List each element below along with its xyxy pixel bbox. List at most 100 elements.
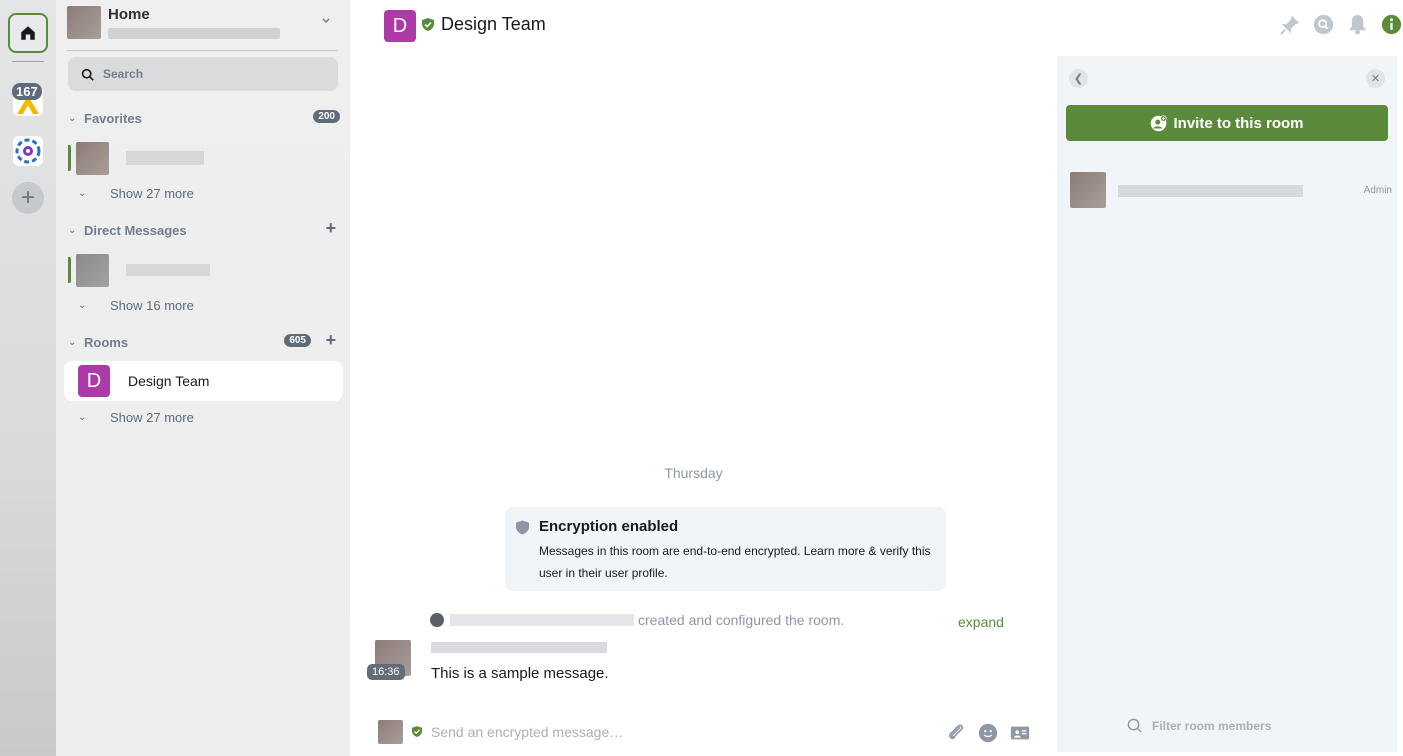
- divider: [67, 50, 338, 51]
- add-room-button[interactable]: +: [325, 330, 336, 351]
- chevron-down-icon: ⌄: [78, 187, 87, 199]
- show-more-rooms[interactable]: ⌄ Show 27 more: [78, 408, 194, 426]
- room-created-event: created and configured the room.: [430, 611, 844, 629]
- chevron-left-icon: ❮: [1073, 73, 1084, 85]
- show-more-label: Show 27 more: [110, 409, 194, 425]
- space-logo-icon: [13, 136, 43, 166]
- room-item[interactable]: [68, 138, 343, 178]
- chevron-down-icon[interactable]: [321, 16, 331, 26]
- date-separator: Thursday: [664, 465, 723, 481]
- dm-item[interactable]: [68, 250, 343, 290]
- sticker-icon[interactable]: [1009, 722, 1031, 744]
- encryption-title: Encryption enabled: [539, 518, 679, 535]
- section-label: Direct Messages: [84, 222, 187, 238]
- count-badge: 605: [284, 334, 311, 347]
- message-timestamp: 16:36: [367, 664, 405, 680]
- filter-members-input[interactable]: Filter room members: [1127, 718, 1271, 733]
- section-favorites[interactable]: ⌄ Favorites 200: [68, 108, 340, 128]
- bell-icon: [1348, 15, 1367, 35]
- home-space-button[interactable]: [8, 13, 48, 53]
- info-icon: [1381, 14, 1402, 35]
- dm-avatar: [76, 253, 109, 287]
- space-unread-badge: 167: [12, 83, 42, 100]
- close-icon: ✕: [1370, 73, 1381, 85]
- search-input[interactable]: Search: [68, 57, 338, 91]
- sender-name-redacted: [431, 642, 607, 653]
- chevron-down-icon: ⌄: [68, 224, 77, 236]
- message-composer: Send an encrypted message…: [350, 712, 1057, 756]
- space-bar: 167 +: [0, 0, 56, 756]
- home-header[interactable]: Home: [67, 6, 337, 50]
- room-view: D Design Team Thursday Encryption enable…: [350, 0, 1402, 756]
- space-avatar-2[interactable]: [13, 136, 43, 166]
- invite-to-room-button[interactable]: Invite to this room: [1066, 105, 1388, 141]
- room-avatar[interactable]: D: [384, 10, 416, 42]
- home-icon: [21, 26, 35, 40]
- room-name: Design Team: [128, 373, 210, 389]
- room-avatar: [76, 141, 109, 175]
- create-space-button[interactable]: +: [12, 182, 44, 214]
- home-subtitle-redacted: [108, 28, 280, 39]
- section-rooms[interactable]: ⌄ Rooms 605 +: [68, 330, 340, 352]
- pin-icon: [1279, 15, 1299, 35]
- notifications-button[interactable]: [1346, 13, 1369, 36]
- add-user-icon: [1151, 114, 1168, 131]
- attachment-icon[interactable]: [945, 722, 967, 744]
- filter-placeholder: Filter room members: [1152, 718, 1272, 733]
- count-badge: 200: [313, 110, 340, 123]
- creator-name-redacted: [450, 614, 634, 626]
- dm-name-redacted: [126, 264, 210, 276]
- search-icon: [1127, 718, 1142, 733]
- own-avatar: [378, 720, 403, 744]
- emoji-icon[interactable]: [977, 722, 999, 744]
- show-more-label: Show 27 more: [110, 185, 194, 201]
- member-avatar: [1070, 172, 1106, 208]
- search-room-button[interactable]: [1312, 13, 1335, 36]
- threads-button[interactable]: [1278, 13, 1301, 36]
- section-label: Rooms: [84, 334, 129, 350]
- add-dm-button[interactable]: +: [325, 218, 336, 239]
- search-placeholder: Search: [103, 67, 144, 81]
- user-avatar: [67, 6, 101, 39]
- chevron-down-icon: ⌄: [78, 411, 87, 423]
- room-info-button[interactable]: [1380, 13, 1403, 36]
- room-list-panel: Home Search ⌄ Favorites 200 ⌄ Show 27 mo…: [56, 0, 350, 756]
- chevron-down-icon: ⌄: [68, 112, 77, 124]
- plus-icon: +: [20, 184, 35, 211]
- invite-label: Invite to this room: [1173, 114, 1304, 132]
- shield-icon: [516, 520, 529, 535]
- back-button[interactable]: ❮: [1069, 69, 1088, 88]
- show-more-label: Show 16 more: [110, 297, 194, 313]
- section-direct-messages[interactable]: ⌄ Direct Messages +: [68, 218, 340, 240]
- show-more-dms[interactable]: ⌄ Show 16 more: [78, 296, 194, 314]
- section-label: Favorites: [84, 110, 142, 126]
- show-more-favorites[interactable]: ⌄ Show 27 more: [78, 184, 194, 202]
- header-actions: [1278, 13, 1403, 36]
- verified-shield-icon: [422, 18, 434, 31]
- room-title[interactable]: Design Team: [441, 14, 546, 35]
- verified-shield-icon: [412, 726, 422, 737]
- search-icon: [81, 68, 94, 81]
- unread-indicator: [68, 257, 71, 283]
- created-text: created and configured the room.: [638, 612, 845, 628]
- close-panel-button[interactable]: ✕: [1366, 69, 1385, 88]
- member-name-redacted: [1118, 185, 1303, 197]
- room-header: D Design Team: [350, 0, 1403, 50]
- room-name-redacted: [126, 151, 204, 165]
- search-icon: [1313, 14, 1334, 35]
- encryption-body: Messages in this room are end-to-end enc…: [539, 544, 931, 580]
- member-role: Admin: [1363, 185, 1392, 196]
- space-divider: [12, 61, 44, 62]
- encryption-notice: Encryption enabled Messages in this room…: [505, 507, 946, 591]
- room-avatar: D: [78, 365, 110, 397]
- unread-indicator: [68, 145, 71, 171]
- message-input[interactable]: Send an encrypted message…: [431, 724, 623, 740]
- home-title: Home: [108, 6, 150, 23]
- room-item-selected[interactable]: D Design Team: [64, 361, 343, 401]
- chevron-down-icon: ⌄: [78, 299, 87, 311]
- expand-link[interactable]: expand: [958, 614, 1004, 630]
- creator-avatar: [430, 613, 444, 627]
- member-item[interactable]: Admin: [1070, 172, 1392, 208]
- composer-actions: [945, 722, 1031, 744]
- chevron-down-icon: ⌄: [68, 336, 77, 348]
